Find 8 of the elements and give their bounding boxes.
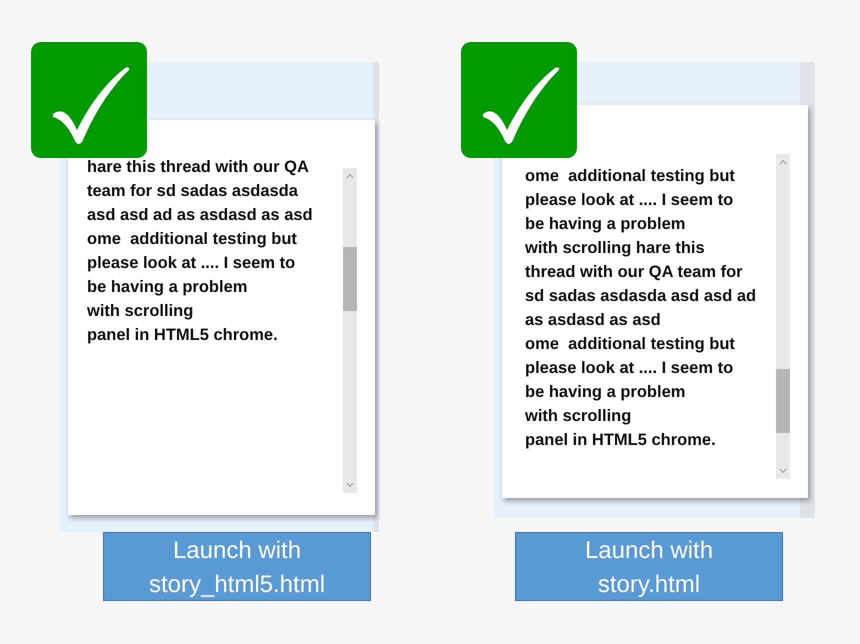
scroll-thumb[interactable] bbox=[343, 246, 357, 310]
panel-text: hare this thread with our QA team for sd sadas asdasda asd asd ad as asdasd as asd ome additional testing but please look at .... I seem to be having a problem with scrolling panel in HTML5 chrome. bbox=[87, 157, 314, 346]
scroll-thumb[interactable] bbox=[776, 369, 790, 433]
launch-caption: Launch with story.html bbox=[515, 532, 783, 601]
scrollbar[interactable] bbox=[776, 154, 790, 479]
scrollbar[interactable] bbox=[343, 168, 357, 493]
panel-text: ome additional testing but please look at .... I seem to be having a problem with scrolling hare this thread with our QA team for sd sadas asdasda asd asd ad as asdasd as asd ome additional testing but please look at .... I seem to be having a problem with scrolling panel in HTML5 chrome. bbox=[525, 166, 758, 451]
launch-caption: Launch with story_html5.html bbox=[103, 532, 371, 601]
